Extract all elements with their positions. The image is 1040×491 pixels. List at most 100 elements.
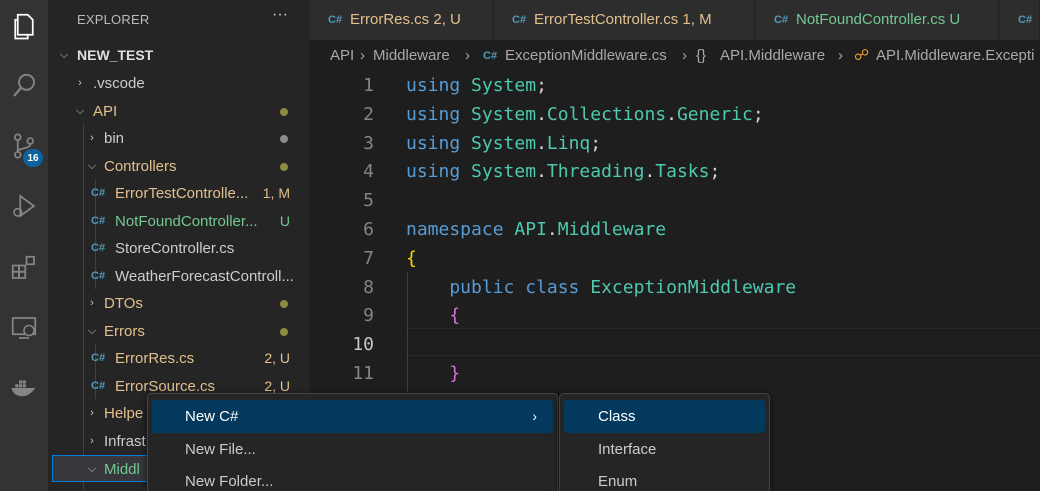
tab-notfoundcontroller[interactable]: C# NotFoundController.cs U [756, 0, 999, 40]
code-token: Middleware [557, 219, 667, 240]
code-line: namespace API.Middleware [406, 216, 666, 244]
search-icon[interactable] [0, 62, 48, 110]
code-token: Threading [546, 161, 645, 183]
tree-root-label: NEW_TEST [77, 47, 154, 63]
tree-item-storecontroller[interactable]: C# StoreController.cs [48, 235, 310, 262]
csharp-file-icon: C# [91, 242, 106, 254]
remote-explorer-icon[interactable] [0, 304, 48, 352]
code-token: ; [590, 132, 602, 154]
chevron-right-icon: › [90, 407, 94, 419]
menu-item-new-csharp[interactable]: New C# › [152, 400, 553, 433]
code-token: Generic [676, 103, 753, 125]
code-line: } [406, 360, 460, 388]
tree-item-label: Infrast [104, 433, 146, 450]
activity-bar: 16 [0, 0, 48, 491]
explorer-icon[interactable] [0, 2, 48, 50]
modified-dot [280, 300, 288, 308]
code-token: System [471, 132, 537, 154]
code-token: ; [709, 161, 721, 183]
editor-tabs: C# ErrorRes.cs 2, U C# ErrorTestControll… [310, 0, 1040, 40]
explorer-title: EXPLORER [77, 12, 150, 27]
current-line-highlight [406, 328, 1040, 356]
line-number: 6 [363, 219, 374, 240]
tab-errortestcontroller[interactable]: C# ErrorTestController.cs 1, M [494, 0, 755, 40]
extensions-icon[interactable] [0, 244, 48, 292]
source-control-badge: 16 [23, 149, 43, 167]
tab-errorres[interactable]: C# ErrorRes.cs 2, U [310, 0, 493, 40]
menu-item-label: Interface [598, 441, 657, 458]
tree-root[interactable]: ⌵ NEW_TEST [48, 42, 310, 69]
tree-item-controllers[interactable]: ⌵ Controllers [48, 153, 310, 180]
line-number: 3 [363, 132, 374, 154]
code-line: { [406, 302, 460, 330]
line-number: 5 [363, 190, 374, 212]
chevron-down-icon: ⌵ [87, 325, 97, 337]
menu-item-label: New File... [185, 441, 256, 458]
chevron-down-icon: ⌵ [87, 160, 97, 172]
tree-item-bin[interactable]: › bin [48, 125, 310, 152]
tree-item-label: DTOs [104, 295, 143, 312]
tree-item-api[interactable]: ⌵ API [48, 98, 310, 125]
chevron-down-icon: ⌵ [75, 105, 85, 117]
csharp-file-icon: C# [512, 14, 527, 26]
menu-item-new-file[interactable]: New File... [152, 433, 553, 466]
chevron-right-icon: › [90, 297, 94, 309]
code-keyword: public class [406, 276, 580, 298]
chevron-right-icon: › [532, 408, 537, 424]
class-symbol-icon: ☍ [854, 47, 870, 64]
code-token: { [406, 305, 461, 327]
tab-label: ErrorRes.cs 2, U [350, 11, 461, 28]
tree-item-errors[interactable]: ⌵ Errors [48, 318, 310, 345]
tree-item-label: Middl [104, 461, 140, 478]
code-line: using System.Threading.Tasks; [406, 158, 720, 186]
tree-item-notfoundcontroller[interactable]: C# NotFoundController... U [48, 208, 310, 235]
line-number: 10 [352, 334, 374, 356]
line-number: 4 [363, 161, 374, 183]
tree-item-errortestcontroller[interactable]: C# ErrorTestControlle... 1, M [48, 180, 310, 207]
csharp-file-icon: C# [91, 352, 106, 364]
chevron-right-icon: › [90, 435, 94, 447]
tree-item-weatherforecastcontroller[interactable]: C# WeatherForecastControll... [48, 263, 310, 290]
breadcrumb-item[interactable]: Middleware [373, 40, 450, 72]
csharp-file-icon: C# [774, 14, 789, 26]
line-number: 7 [363, 247, 374, 269]
menu-item-label: Enum [598, 473, 638, 490]
breadcrumb-item[interactable]: API.Middleware [720, 40, 825, 72]
menu-item-enum[interactable]: Enum [564, 465, 765, 491]
tree-item-label: StoreController.cs [115, 240, 235, 257]
menu-item-class[interactable]: Class [564, 400, 765, 433]
tab-overflow[interactable]: C# [1000, 0, 1040, 40]
tree-item-vscode[interactable]: › .vscode [48, 70, 310, 97]
code-token: . [536, 161, 547, 183]
menu-item-interface[interactable]: Interface [564, 433, 765, 466]
csharp-file-icon: C# [91, 187, 106, 199]
csharp-file-icon: C# [328, 14, 343, 26]
tree-item-dtos[interactable]: › DTOs [48, 290, 310, 317]
breadcrumb-separator: › [465, 47, 470, 64]
tree-item-errorres[interactable]: C# ErrorRes.cs 2, U [48, 345, 310, 372]
menu-item-label: Class [598, 408, 636, 425]
tree-item-label: ErrorRes.cs [115, 350, 195, 367]
code-token: . [536, 103, 547, 125]
namespace-icon: {} [696, 47, 707, 64]
code-line: { [406, 245, 417, 273]
code-token: System [471, 103, 537, 125]
breadcrumb-item[interactable]: ExceptionMiddleware.cs [505, 40, 667, 72]
more-actions-icon[interactable]: ··· [272, 6, 288, 24]
line-number: 8 [363, 276, 374, 298]
docker-icon[interactable] [0, 364, 48, 412]
csharp-file-icon: C# [91, 270, 106, 282]
code-token: System [471, 161, 537, 183]
tab-label: NotFoundController.cs U [796, 11, 961, 28]
submenu-new-csharp: Class Interface Enum [559, 393, 770, 491]
chevron-down-icon: ⌵ [59, 49, 69, 61]
tree-item-label: Controllers [104, 158, 177, 175]
breadcrumb-item[interactable]: API.Middleware.Excepti [876, 40, 1034, 72]
menu-item-label: New C# [185, 408, 239, 425]
git-decoration: 1, M [262, 185, 290, 201]
run-debug-icon[interactable] [0, 182, 48, 230]
line-number: 11 [352, 363, 374, 384]
menu-item-new-folder[interactable]: New Folder... [152, 465, 553, 491]
breadcrumb-item[interactable]: API [330, 40, 354, 72]
code-token: ExceptionMiddleware [590, 276, 797, 298]
